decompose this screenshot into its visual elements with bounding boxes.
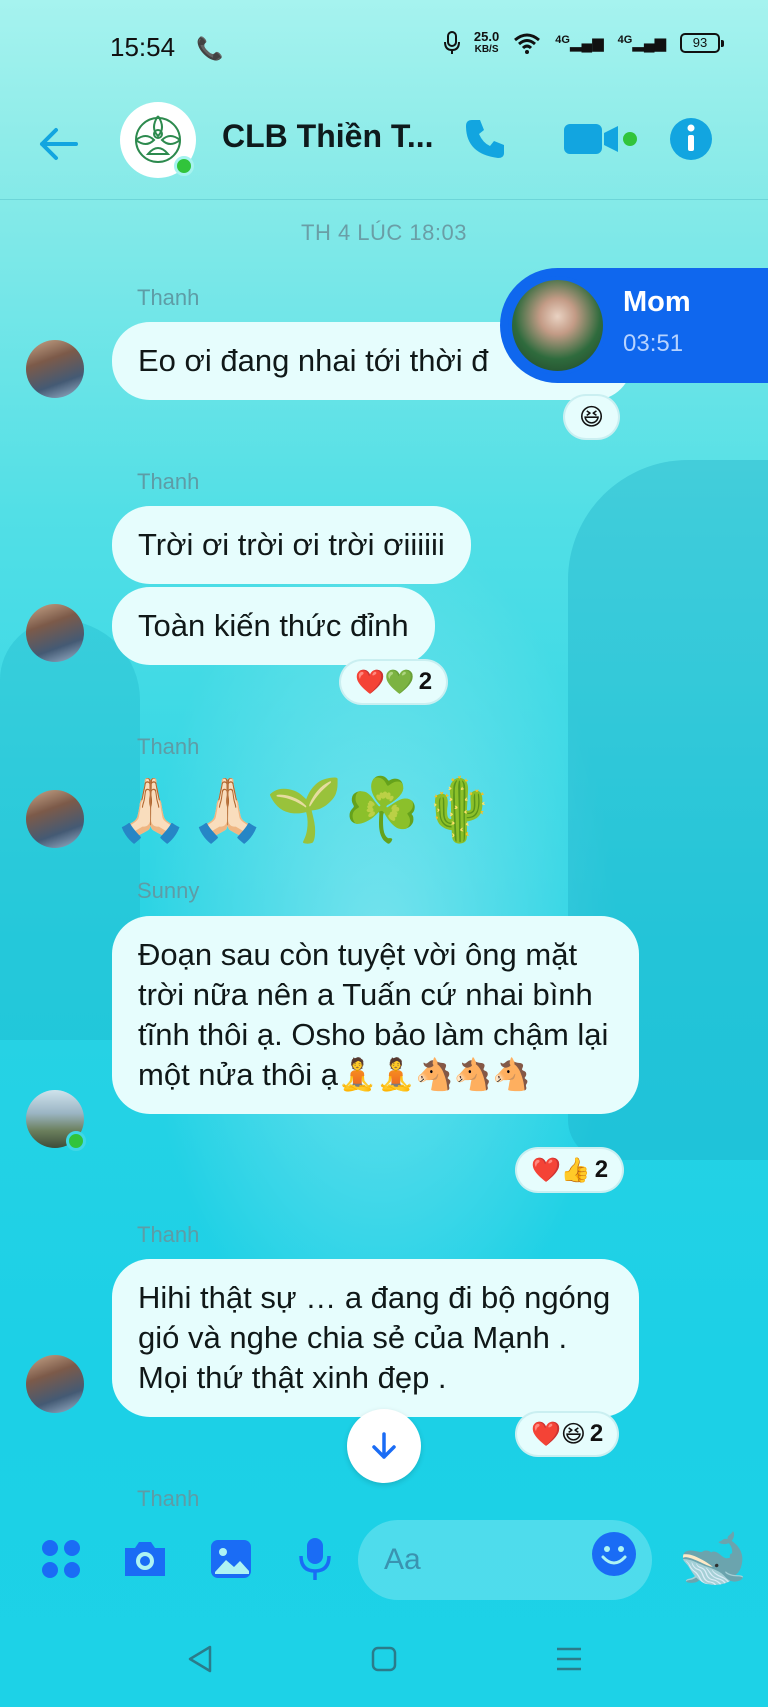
online-status-dot [66,1131,86,1151]
message-composer: 🐋 [0,1512,768,1608]
arrow-down-icon [372,1432,396,1459]
battery-icon: 93 [680,33,724,53]
sender-name: Sunny [137,878,200,903]
sender-name: Thanh [137,734,200,759]
sim2-signal-icon: 4G▂▄▆ [617,34,666,52]
sender-name: Thanh [137,469,200,494]
chat-header: CLB Thiền T... [0,96,768,200]
chat-head-name: Mom [623,286,691,318]
message-bubble[interactable]: Hihi thật sự … a đang đi bộ ngóng gió và… [112,1259,639,1417]
chat-head-avatar [508,276,607,375]
reaction-badge[interactable]: 😆 [563,394,621,440]
status-time: 15:54 [110,32,176,62]
nav-back-icon[interactable] [186,1644,214,1679]
image-icon[interactable] [206,1534,256,1584]
message-bubble[interactable]: Trời ơi trời ơi trời ơiiiiii [112,506,471,584]
reaction-emojis: ❤️😆 [531,1420,586,1448]
date-separator: TH 4 LÚC 18:03 [301,220,467,245]
sim1-label: 4G [555,34,570,46]
scroll-down-button[interactable] [347,1409,421,1483]
reaction-emojis: ❤️💚 [355,668,415,696]
reaction-badge[interactable]: ❤️😆 2 [515,1411,620,1457]
network-speed-unit: KB/S [474,44,499,55]
network-speed: 25.0 KB/S [474,30,499,56]
reaction-emojis: ❤️👍 [531,1156,591,1184]
avatar[interactable] [26,1355,84,1413]
reaction-badge[interactable]: ❤️💚 2 [339,659,449,705]
avatar[interactable] [26,340,84,398]
whale-sticker-icon[interactable]: 🐋 [678,1526,748,1590]
group-avatar[interactable] [120,102,196,178]
sim2-label: 4G [617,34,633,46]
avatar[interactable] [26,790,84,848]
online-status-dot [174,156,194,176]
reaction-badge[interactable]: ❤️👍 2 [515,1147,625,1193]
network-speed-value: 25.0 [473,29,500,44]
video-camera-icon[interactable] [562,118,638,165]
reaction-count: 2 [594,1156,609,1183]
reaction-count: 2 [589,1420,604,1447]
microphone-status-icon [443,31,460,54]
nav-menu-icon[interactable] [554,1644,584,1679]
reaction-count: 2 [418,668,433,695]
nav-home-icon[interactable] [370,1644,398,1679]
sender-name: Thanh [137,1486,200,1508]
phone-icon[interactable] [462,116,508,167]
chat-title[interactable]: CLB Thiền T... [222,118,434,155]
call-forward-icon: 📞 [196,36,224,61]
message-bubble[interactable]: Đoạn sau còn tuyệt vời ông mặt trời nữa … [112,916,639,1114]
reaction-emojis: 😆 [579,403,605,431]
emoji-message[interactable]: 🙏🏻🙏🏻🌱☘️🌵 [112,771,498,851]
system-nav-bar [0,1612,768,1707]
status-bar: 15:54 📞 25.0 KB/S 4G▂▄▆ 4G▂▄▆ 93 [0,0,768,96]
avatar[interactable] [26,604,84,662]
microphone-icon[interactable] [290,1534,340,1584]
message-bubble[interactable]: Toàn kiến thức đỉnh [112,587,435,665]
chat-head-bubble[interactable]: Mom 03:51 [500,268,768,383]
info-icon[interactable] [668,116,714,167]
emoji-icon[interactable] [592,1532,636,1576]
chat-head-time: 03:51 [623,330,684,357]
back-arrow-icon[interactable] [36,122,84,170]
battery-level: 93 [692,35,708,50]
status-indicators: 25.0 KB/S 4G▂▄▆ 4G▂▄▆ 93 [443,30,724,56]
sim1-signal-icon: 4G▂▄▆ [555,34,604,52]
camera-icon[interactable] [120,1534,170,1584]
wifi-icon [514,33,541,54]
sender-name: Thanh [137,1222,200,1247]
apps-grid-icon[interactable] [36,1534,86,1584]
sender-name: Thanh [137,285,200,310]
